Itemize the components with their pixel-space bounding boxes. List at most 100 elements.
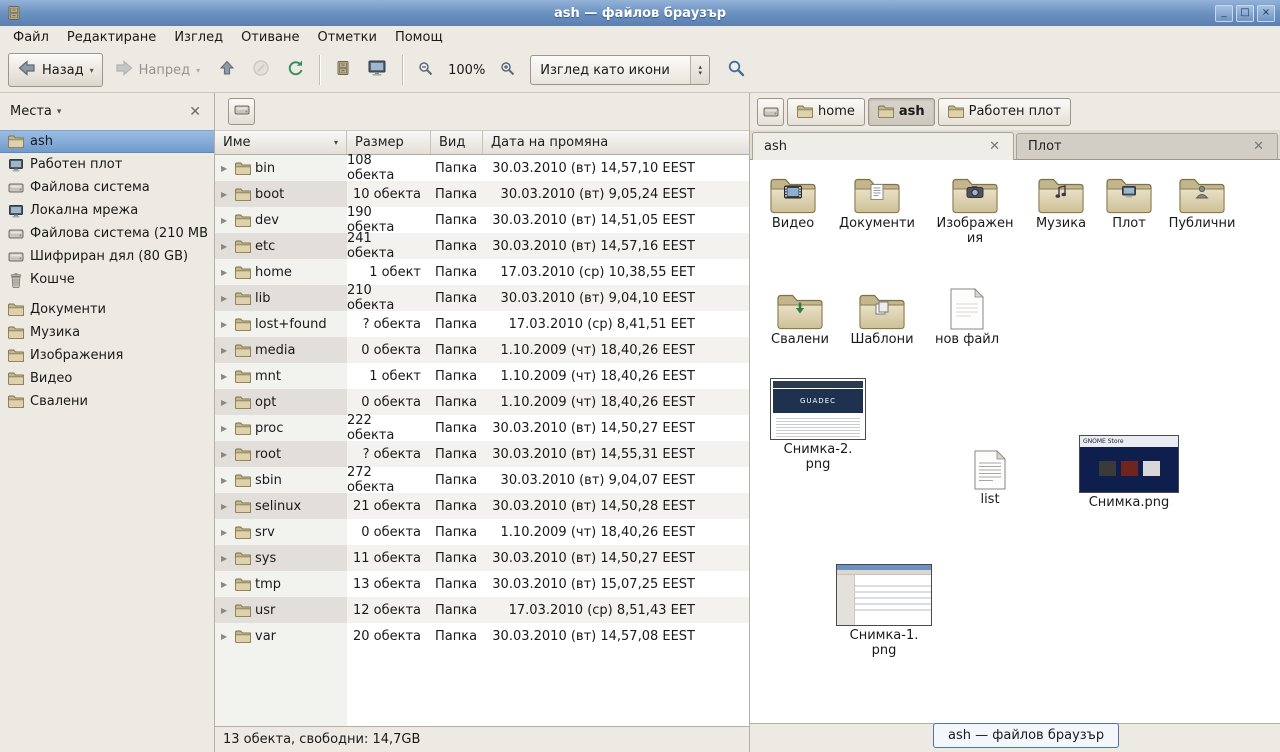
file-icon-snimka-png[interactable]: GNOME StoreСнимка.png	[1077, 435, 1181, 511]
expander-icon[interactable]: ▶	[221, 294, 231, 303]
table-row[interactable]: ▶proc222 обектаПапка30.03.2010 (вт) 14,5…	[215, 415, 749, 441]
expander-icon[interactable]: ▶	[221, 164, 231, 173]
expander-icon[interactable]: ▶	[221, 268, 231, 277]
zoom-in-button[interactable]	[493, 55, 522, 86]
sidebar-item-local-network[interactable]: Локална мрежа	[0, 199, 214, 222]
sidebar-item-encrypted-80gb[interactable]: Шифриран дял (80 GB)	[0, 245, 214, 268]
table-row[interactable]: ▶usr12 обектаПапка17.03.2010 (ср) 8,51,4…	[215, 597, 749, 623]
table-row[interactable]: ▶dev190 обектаПапка30.03.2010 (вт) 14,51…	[215, 207, 749, 233]
pathbar-button-desktop[interactable]: Работен плот	[938, 98, 1071, 126]
forward-button[interactable]: Напред ▾	[105, 53, 210, 87]
reload-button[interactable]	[279, 53, 311, 87]
table-row[interactable]: ▶sys11 обектаПапка30.03.2010 (вт) 14,50,…	[215, 545, 749, 571]
table-row[interactable]: ▶sbin272 обектаПапка30.03.2010 (вт) 9,04…	[215, 467, 749, 493]
tab-desktop[interactable]: Плот✕	[1016, 133, 1278, 159]
tab-ash[interactable]: ash✕	[752, 132, 1014, 160]
pathbar-button-root[interactable]	[757, 98, 784, 126]
table-row[interactable]: ▶srv0 обектаПапка1.10.2009 (чт) 18,40,26…	[215, 519, 749, 545]
expander-icon[interactable]: ▶	[221, 476, 231, 485]
table-row[interactable]: ▶selinux21 обектаПапка30.03.2010 (вт) 14…	[215, 493, 749, 519]
computer-button[interactable]	[360, 53, 394, 87]
sidebar-item-documents[interactable]: Документи	[0, 298, 214, 321]
window-list-button[interactable]: ash — файлов браузър	[933, 723, 1119, 748]
menu-view[interactable]: Изглед	[165, 27, 232, 48]
expander-icon[interactable]: ▶	[221, 554, 231, 563]
menu-help[interactable]: Помощ	[386, 27, 452, 48]
expander-icon[interactable]: ▶	[221, 528, 231, 537]
menu-go[interactable]: Отиване	[232, 27, 308, 48]
tab-close-icon[interactable]: ✕	[987, 140, 1002, 153]
table-row[interactable]: ▶lib210 обектаПапка30.03.2010 (вт) 9,04,…	[215, 285, 749, 311]
menu-edit[interactable]: Редактиране	[58, 27, 165, 48]
titlebar[interactable]: ash — файлов браузър _ □ ×	[0, 0, 1280, 26]
file-icon-documents[interactable]: Документи	[835, 172, 919, 232]
maximize-button[interactable]: □	[1236, 5, 1254, 22]
sidebar-item-filesystem[interactable]: Файлова система	[0, 176, 214, 199]
file-icon-new-file[interactable]: нов файл	[925, 288, 1009, 348]
table-row[interactable]: ▶var20 обектаПапка30.03.2010 (вт) 14,57,…	[215, 623, 749, 649]
file-icon-videos[interactable]: Видео	[751, 172, 835, 232]
sidebar-mode-chevron-icon[interactable]: ▾	[57, 107, 62, 117]
expander-icon[interactable]: ▶	[221, 216, 231, 225]
table-row[interactable]: ▶tmp13 обектаПапка30.03.2010 (вт) 15,07,…	[215, 571, 749, 597]
expander-icon[interactable]: ▶	[221, 242, 231, 251]
sidebar-item-ash[interactable]: ash	[0, 130, 214, 153]
table-row[interactable]: ▶lost+found? обектаПапка17.03.2010 (ср) …	[215, 311, 749, 337]
expander-icon[interactable]: ▶	[221, 632, 231, 641]
up-button[interactable]	[211, 53, 243, 87]
tab-close-icon[interactable]: ✕	[1251, 140, 1266, 153]
expander-icon[interactable]: ▶	[221, 372, 231, 381]
expander-icon[interactable]: ▶	[221, 580, 231, 589]
expander-icon[interactable]: ▶	[221, 606, 231, 615]
file-icon-public[interactable]: Публични	[1160, 172, 1244, 232]
file-icon-snimka-2-png[interactable]: GUADECСнимка-2. png	[768, 378, 868, 473]
table-row[interactable]: ▶etc241 обектаПапка30.03.2010 (вт) 14,57…	[215, 233, 749, 259]
search-button[interactable]	[720, 53, 752, 87]
sidebar-item-videos[interactable]: Видео	[0, 367, 214, 390]
sidebar-item-filesystem-210mb[interactable]: Файлова система (210 MB)	[0, 222, 214, 245]
sidebar-item-trash[interactable]: Кошче	[0, 268, 214, 291]
file-icon-downloads[interactable]: Свалени	[758, 288, 842, 348]
left-pathbar-root-button[interactable]	[228, 98, 255, 125]
table-row[interactable]: ▶media0 обектаПапка1.10.2009 (чт) 18,40,…	[215, 337, 749, 363]
column-header-name[interactable]: Име▾	[215, 131, 347, 154]
file-icon-pictures[interactable]: Изображен ия	[933, 172, 1017, 247]
pathbar-button-home[interactable]: home	[787, 98, 865, 126]
expander-icon[interactable]: ▶	[221, 502, 231, 511]
table-row[interactable]: ▶opt0 обектаПапка1.10.2009 (чт) 18,40,26…	[215, 389, 749, 415]
home-button[interactable]	[328, 54, 358, 86]
minimize-button[interactable]: _	[1215, 5, 1233, 22]
table-row[interactable]: ▶home1 обектПапка17.03.2010 (ср) 10,38,5…	[215, 259, 749, 285]
file-icon-desktop[interactable]: Плот	[1087, 172, 1171, 232]
expander-icon[interactable]: ▶	[221, 320, 231, 329]
back-button[interactable]: Назад ▾	[8, 53, 103, 87]
expander-icon[interactable]: ▶	[221, 398, 231, 407]
sidebar-item-desktop[interactable]: Работен плот	[0, 153, 214, 176]
file-icon-snimka-1-png[interactable]: Снимка-1. png	[834, 564, 934, 659]
close-button[interactable]: ×	[1257, 5, 1275, 22]
stop-button[interactable]	[245, 53, 277, 87]
expander-icon[interactable]: ▶	[221, 450, 231, 459]
file-icon-templates[interactable]: Шаблони	[840, 288, 924, 348]
column-header-size[interactable]: Размер	[347, 131, 431, 154]
pathbar-button-ash[interactable]: ash	[868, 98, 935, 126]
expander-icon[interactable]: ▶	[221, 424, 231, 433]
icon-canvas[interactable]: ВидеоДокументиИзображен ияМузикаПлотПубл…	[750, 160, 1280, 723]
zoom-out-button[interactable]	[411, 55, 440, 86]
table-row[interactable]: ▶bin108 обектаПапка30.03.2010 (вт) 14,57…	[215, 155, 749, 181]
table-row[interactable]: ▶root? обектаПапка30.03.2010 (вт) 14,55,…	[215, 441, 749, 467]
menu-file[interactable]: Файл	[4, 27, 58, 48]
column-header-date[interactable]: Дата на промяна	[483, 131, 749, 154]
list-empty-area[interactable]	[215, 649, 749, 726]
view-mode-select[interactable]: Изглед като икони ▴▾	[530, 55, 710, 85]
table-row[interactable]: ▶boot10 обектаПапка30.03.2010 (вт) 9,05,…	[215, 181, 749, 207]
file-icon-list-file[interactable]: list	[948, 448, 1032, 508]
expander-icon[interactable]: ▶	[221, 190, 231, 199]
sidebar-item-pictures[interactable]: Изображения	[0, 344, 214, 367]
menu-bookmarks[interactable]: Отметки	[308, 27, 385, 48]
expander-icon[interactable]: ▶	[221, 346, 231, 355]
sidebar-item-downloads[interactable]: Свалени	[0, 390, 214, 413]
sidebar-item-music[interactable]: Музика	[0, 321, 214, 344]
sidebar-close-icon[interactable]: ✕	[186, 104, 204, 120]
table-row[interactable]: ▶mnt1 обектПапка1.10.2009 (чт) 18,40,26 …	[215, 363, 749, 389]
